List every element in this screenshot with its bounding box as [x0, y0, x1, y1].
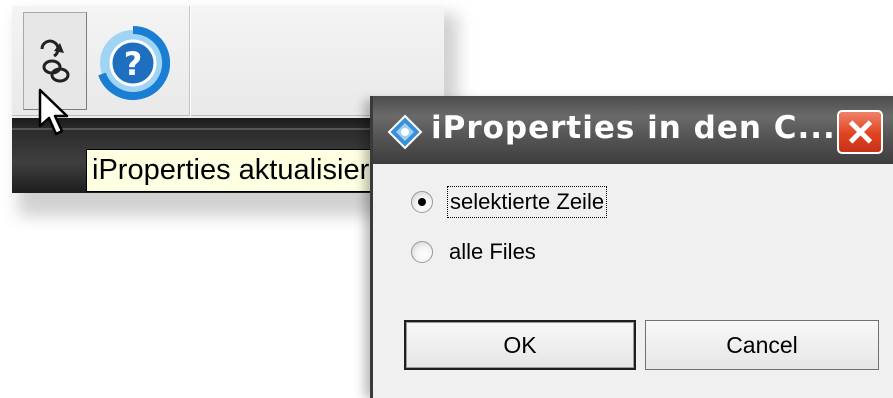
app-icon	[387, 114, 423, 150]
close-icon[interactable]	[837, 110, 883, 154]
update-link-icon	[40, 39, 70, 83]
iproperties-dialog: iProperties in den C... selektierte Zeil…	[370, 96, 893, 398]
radio-label-selected-row: selektierte Zeile	[447, 186, 608, 218]
radio-all-files[interactable]	[411, 241, 433, 263]
mouse-cursor-icon	[38, 88, 69, 136]
dialog-title: iProperties in den C...	[431, 110, 836, 146]
svg-text:?: ?	[124, 45, 143, 83]
dialog-titlebar[interactable]: iProperties in den C...	[373, 96, 893, 164]
toolbar-separator	[189, 6, 191, 116]
help-icon[interactable]: ?	[96, 26, 170, 100]
radio-label-all-files: alle Files	[449, 239, 536, 264]
option-selected-row[interactable]: selektierte Zeile	[411, 185, 608, 219]
ok-button[interactable]: OK	[404, 320, 636, 370]
cancel-button[interactable]: Cancel	[645, 320, 879, 370]
option-all-files[interactable]: alle Files	[411, 235, 538, 269]
radio-selected-row[interactable]	[411, 191, 433, 213]
